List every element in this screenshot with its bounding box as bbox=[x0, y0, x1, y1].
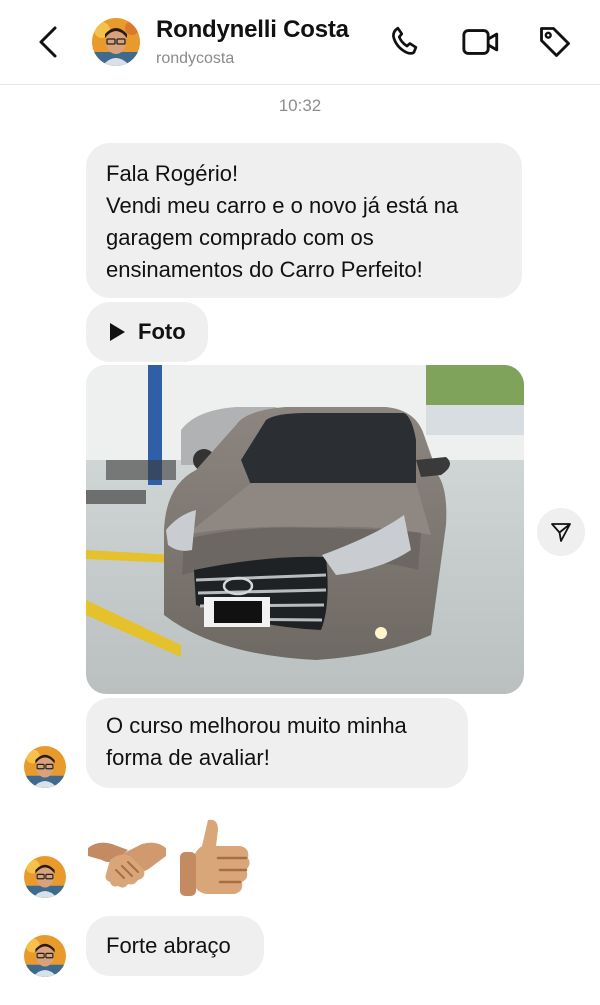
video-call-button[interactable] bbox=[461, 22, 501, 62]
handshake-icon bbox=[88, 842, 166, 888]
thumbs-up-icon bbox=[180, 819, 250, 896]
back-button[interactable] bbox=[30, 22, 66, 62]
phone-icon bbox=[392, 26, 418, 55]
label-button[interactable] bbox=[535, 22, 575, 62]
avatar[interactable] bbox=[92, 18, 140, 66]
chevron-left-icon bbox=[39, 26, 57, 58]
photo-label: Foto bbox=[138, 319, 186, 344]
play-icon bbox=[110, 323, 125, 341]
chat-header: Rondynelli Costa rondycosta bbox=[0, 0, 600, 85]
avatar[interactable] bbox=[24, 856, 66, 898]
share-button[interactable] bbox=[537, 508, 585, 556]
video-camera-icon bbox=[462, 29, 499, 55]
car-photo[interactable] bbox=[86, 365, 524, 694]
avatar[interactable] bbox=[24, 746, 66, 788]
message-bubble[interactable]: Fala Rogério! Vendi meu carro e o novo j… bbox=[86, 143, 522, 298]
contact-name[interactable]: Rondynelli Costa bbox=[156, 16, 349, 44]
photo-label-pill[interactable]: Foto bbox=[86, 302, 208, 362]
message-line: garagem comprado com os bbox=[106, 225, 374, 250]
send-icon bbox=[551, 523, 571, 542]
message-bubble[interactable]: Forte abraço bbox=[86, 916, 264, 976]
emoji-message[interactable] bbox=[86, 812, 256, 902]
message-line: Fala Rogério! bbox=[106, 161, 239, 186]
message-line: O curso melhorou muito minha bbox=[106, 713, 407, 738]
message-line: Vendi meu carro e o novo já está na bbox=[106, 193, 459, 218]
message-line: ensinamentos do Carro Perfeito! bbox=[106, 257, 423, 282]
message-timestamp: 10:32 bbox=[278, 96, 322, 115]
message-line: Forte abraço bbox=[106, 933, 231, 958]
tag-icon bbox=[540, 27, 570, 57]
avatar[interactable] bbox=[24, 935, 66, 977]
contact-username[interactable]: rondycosta bbox=[156, 50, 234, 68]
call-button[interactable] bbox=[386, 22, 426, 62]
message-bubble[interactable]: O curso melhorou muito minha forma de av… bbox=[86, 698, 468, 788]
message-line: forma de avaliar! bbox=[106, 745, 270, 770]
